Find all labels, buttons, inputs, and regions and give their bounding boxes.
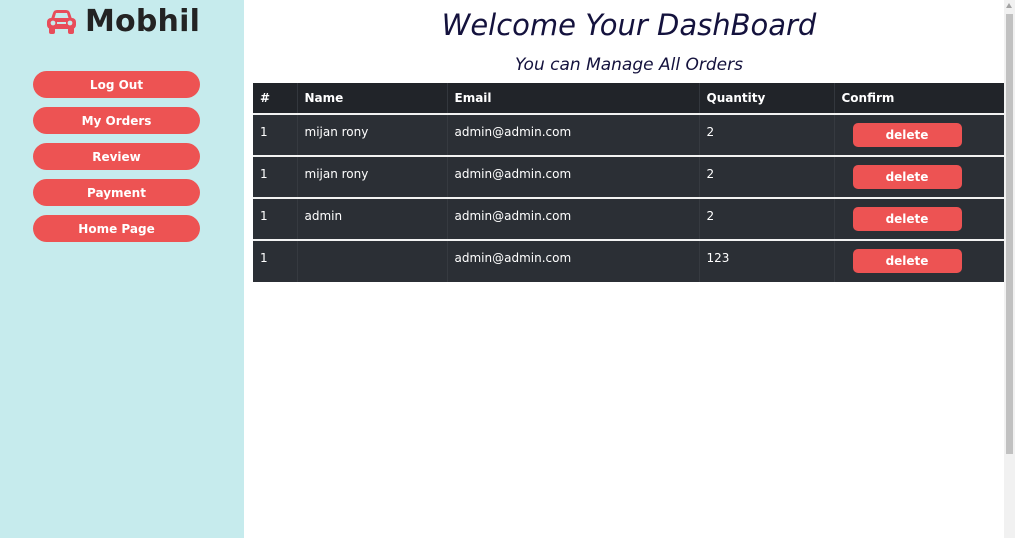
cell-index: 1 [253, 198, 298, 240]
home-page-button[interactable]: Home Page [33, 215, 200, 242]
column-header-confirm: Confirm [841, 91, 895, 105]
orders-table-container: # Name Email Quantity Confirm 1 mijan ro… [253, 83, 1004, 282]
brand-logo[interactable]: Mobhil [46, 4, 200, 39]
payment-button[interactable]: Payment [33, 179, 200, 206]
table-body: 1 mijan rony admin@admin.com 2 delete 1 … [253, 114, 1004, 282]
cell-email: admin@admin.com [447, 240, 700, 282]
cell-quantity: 123 [699, 240, 835, 282]
cell-confirm: delete [834, 198, 1004, 240]
cell-name: admin [297, 198, 448, 240]
sidebar-nav: Log Out My Orders Review Payment Home Pa… [33, 71, 200, 242]
column-header-quantity: Quantity [699, 83, 835, 114]
cell-name: mijan rony [297, 156, 448, 198]
cell-confirm: delete [834, 240, 1004, 282]
column-header-email: Email [447, 83, 700, 114]
main-content: Welcome Your DashBoard You can Manage Al… [244, 0, 1004, 538]
brand-name: Mobhil [85, 4, 201, 39]
car-icon [46, 9, 77, 35]
table-row: 1 admin@admin.com 123 delete [253, 240, 1004, 282]
table-row: 1 admin admin@admin.com 2 delete [253, 198, 1004, 240]
table-row: 1 mijan rony admin@admin.com 2 delete [253, 114, 1004, 156]
table-row: 1 mijan rony admin@admin.com 2 delete [253, 156, 1004, 198]
cell-name: mijan rony [297, 114, 448, 156]
column-header-name: Name [297, 83, 448, 114]
cell-email: admin@admin.com [447, 156, 700, 198]
cell-quantity: 2 [699, 114, 835, 156]
table-header: # Name Email Quantity Confirm [253, 83, 1004, 114]
orders-table: # Name Email Quantity Confirm 1 mijan ro… [253, 83, 1004, 282]
delete-button[interactable]: delete [852, 207, 962, 231]
cell-index: 1 [253, 240, 298, 282]
cell-name [297, 240, 448, 282]
page-title: Welcome Your DashBoard [441, 8, 817, 42]
cell-quantity: 2 [699, 156, 835, 198]
vertical-scrollbar[interactable] [1004, 0, 1015, 538]
cell-confirm: delete [834, 156, 1004, 198]
review-button[interactable]: Review [33, 143, 200, 170]
my-orders-button[interactable]: My Orders [33, 107, 200, 134]
cell-email: admin@admin.com [447, 198, 700, 240]
cell-email: admin@admin.com [447, 114, 700, 156]
scrollbar-thumb[interactable] [1006, 14, 1013, 454]
sidebar: Mobhil Log Out My Orders Review Payment … [0, 0, 244, 538]
delete-button[interactable]: delete [852, 249, 962, 273]
logout-button[interactable]: Log Out [33, 71, 200, 98]
delete-button[interactable]: delete [852, 165, 962, 189]
cell-confirm: delete [834, 114, 1004, 156]
column-header-index: # [253, 83, 298, 114]
cell-index: 1 [253, 156, 298, 198]
page-subtitle: You can Manage All Orders [515, 55, 743, 75]
scroll-up-arrow-icon[interactable] [1006, 3, 1012, 8]
cell-index: 1 [253, 114, 298, 156]
table-header-row: # Name Email Quantity Confirm [253, 83, 1004, 114]
cell-quantity: 2 [699, 198, 835, 240]
dashboard-page: Mobhil Log Out My Orders Review Payment … [0, 0, 1015, 538]
delete-button[interactable]: delete [852, 123, 962, 147]
